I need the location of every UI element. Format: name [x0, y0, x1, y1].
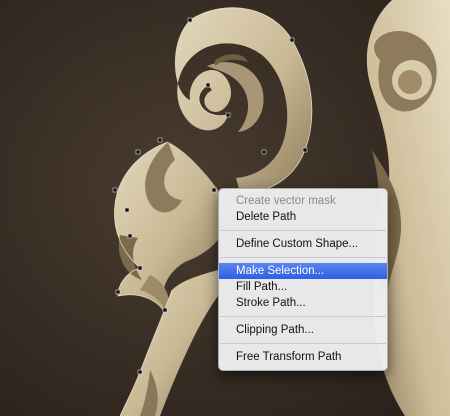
menu-item-free-transform-path[interactable]: Free Transform Path [219, 349, 387, 365]
menu-item-stroke-path[interactable]: Stroke Path... [219, 295, 387, 311]
menu-item-clipping-path[interactable]: Clipping Path... [219, 322, 387, 338]
path-context-menu: Create vector mask Delete Path Define Cust… [218, 188, 388, 371]
menu-separator [220, 343, 386, 344]
menu-item-define-custom-shape[interactable]: Define Custom Shape... [219, 236, 387, 252]
menu-item-delete-path[interactable]: Delete Path [219, 209, 387, 225]
menu-separator [220, 316, 386, 317]
menu-separator [220, 257, 386, 258]
photo-canvas[interactable]: Create vector mask Delete Path Define Cust… [0, 0, 450, 416]
menu-item-create-vector-mask: Create vector mask [236, 195, 336, 207]
menu-item-fill-path[interactable]: Fill Path... [219, 279, 387, 295]
menu-separator [220, 230, 386, 231]
menu-item-make-selection[interactable]: Make Selection... [219, 263, 387, 279]
